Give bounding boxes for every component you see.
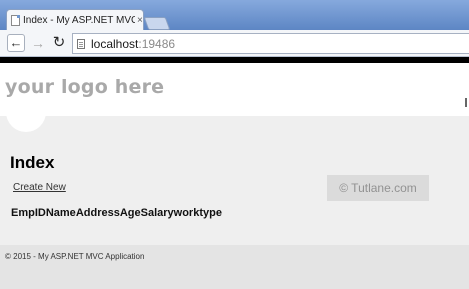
close-icon[interactable]: × bbox=[137, 15, 143, 26]
browser-tab[interactable]: Index - My ASP.NET MVC × bbox=[6, 9, 144, 31]
new-tab-button[interactable] bbox=[143, 17, 171, 30]
site-footer: © 2015 - My ASP.NET MVC Application bbox=[0, 245, 469, 289]
browser-toolbar: ← → ↻ localhost:19486 bbox=[0, 30, 469, 57]
page-title: Index bbox=[10, 153, 55, 172]
main-content: Index Create New © Tutlane.com EmpID Nam… bbox=[0, 116, 469, 245]
page-icon bbox=[77, 38, 85, 49]
column-header-name: Name bbox=[45, 207, 76, 219]
watermark: © Tutlane.com bbox=[327, 175, 429, 201]
header-marker bbox=[465, 98, 467, 107]
tab-title: Index - My ASP.NET MVC bbox=[23, 15, 135, 26]
column-header-salary: Salary bbox=[140, 207, 174, 219]
forward-arrow-icon[interactable]: → bbox=[29, 34, 47, 52]
column-header-age: Age bbox=[119, 207, 141, 219]
url-port: :19486 bbox=[138, 36, 176, 51]
reload-icon[interactable]: ↻ bbox=[50, 34, 68, 52]
address-bar[interactable]: localhost:19486 bbox=[72, 33, 469, 54]
back-arrow-icon[interactable]: ← bbox=[7, 34, 25, 52]
document-icon bbox=[11, 15, 20, 26]
table-header: EmpID Name Address Age Salary worktype bbox=[11, 207, 222, 219]
column-header-address: Address bbox=[75, 207, 120, 219]
column-header-empid: EmpID bbox=[11, 207, 46, 219]
url-host: localhost bbox=[91, 36, 139, 51]
footer-copyright: © 2015 - My ASP.NET MVC Application bbox=[5, 252, 145, 261]
site-header: your logo here bbox=[0, 63, 469, 116]
site-logo[interactable]: your logo here bbox=[5, 76, 164, 98]
column-header-worktype: worktype bbox=[173, 207, 222, 219]
browser-tabstrip: Index - My ASP.NET MVC × bbox=[0, 0, 469, 31]
create-new-link[interactable]: Create New bbox=[13, 182, 66, 193]
